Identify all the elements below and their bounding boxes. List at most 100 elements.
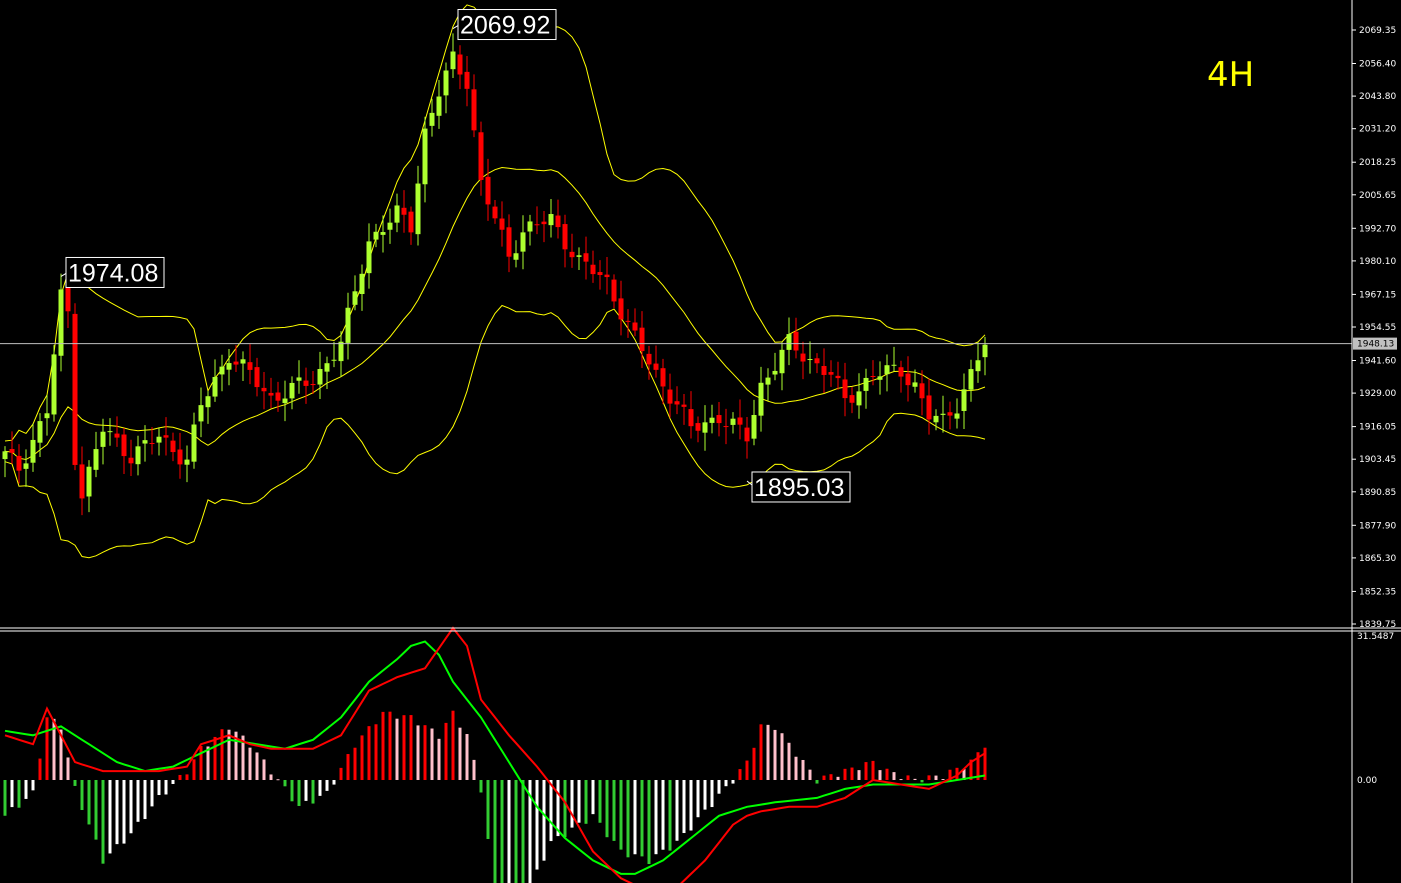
macd-histogram-bar [675, 780, 679, 841]
candle-body [30, 439, 36, 463]
macd-histogram-bar [199, 745, 203, 780]
candle-body [443, 70, 449, 96]
macd-histogram-bar [108, 780, 112, 854]
candle-body [534, 224, 540, 226]
candle-body [779, 349, 785, 374]
candle-body [436, 96, 442, 116]
price-tick-label: 1890.85 [1359, 488, 1396, 498]
macd-histogram-bar [122, 780, 126, 844]
macd-axis-top-label: 31.5487 [1357, 632, 1394, 642]
candle-body [247, 362, 253, 370]
macd-histogram-bar [885, 768, 889, 780]
candle-body [905, 373, 911, 386]
macd-histogram-bar [409, 715, 413, 780]
macd-histogram-bar [521, 780, 525, 883]
candle-body [625, 320, 631, 322]
macd-histogram-bar [227, 729, 231, 780]
macd-histogram-bar [836, 776, 840, 780]
candle-body [940, 413, 946, 415]
candle-body [961, 389, 967, 411]
price-tick-label: 1865.30 [1359, 554, 1396, 564]
macd-histogram-bar [255, 752, 259, 780]
macd-histogram-bar [353, 747, 357, 780]
candle-body [793, 331, 799, 351]
price-tick-label: 2018.25 [1359, 158, 1396, 168]
macd-histogram-bar [472, 759, 476, 780]
macd-histogram-bar [31, 780, 35, 791]
macd-histogram-bar [206, 746, 210, 780]
macd-histogram-bar [101, 780, 105, 864]
macd-histogram-bar [38, 758, 42, 780]
macd-histogram-bar [871, 760, 875, 780]
macd-histogram-bar [87, 780, 91, 825]
price-tick-label: 2069.35 [1359, 26, 1396, 36]
macd-histogram-bar [24, 780, 28, 799]
chart-background [0, 0, 1401, 883]
annotation-label: 1974.08 [68, 259, 158, 287]
macd-histogram-bar [129, 780, 133, 834]
candle-body [380, 232, 386, 235]
macd-histogram-bar [402, 715, 406, 780]
macd-histogram-bar [374, 724, 378, 780]
candle-body [471, 89, 477, 131]
macd-histogram-bar [689, 780, 693, 831]
candle-body [121, 434, 127, 457]
candle-body [366, 241, 372, 274]
candle-body [149, 443, 155, 445]
macd-histogram-bar [283, 780, 287, 787]
macd-histogram-bar [395, 718, 399, 780]
price-tick-label: 1929.00 [1359, 389, 1396, 399]
price-tick-label: 1839.75 [1359, 620, 1396, 630]
macd-histogram-bar [913, 778, 917, 780]
candle-body [338, 341, 344, 362]
macd-histogram-bar [661, 780, 665, 850]
candle-body [114, 433, 120, 438]
macd-histogram-bar [738, 769, 742, 780]
candle-body [639, 327, 645, 352]
macd-histogram-bar [381, 711, 385, 780]
candle-body [660, 368, 666, 387]
macd-histogram-bar [388, 711, 392, 780]
candle-body [877, 376, 883, 380]
macd-histogram-bar [906, 775, 910, 780]
candle-body [37, 421, 43, 443]
candle-body [457, 54, 463, 75]
macd-histogram-bar [850, 767, 854, 780]
price-tick-label: 1967.15 [1359, 290, 1396, 300]
macd-histogram-bar [612, 780, 616, 841]
macd-histogram-bar [304, 780, 308, 801]
candle-body [702, 422, 708, 433]
candle-body [947, 412, 953, 416]
macd-histogram-bar [766, 724, 770, 780]
candle-body [415, 183, 421, 235]
macd-histogram-bar [136, 780, 140, 822]
macd-histogram-bar [822, 775, 826, 780]
macd-histogram-bar [80, 780, 84, 811]
candle-body [681, 404, 687, 407]
macd-histogram-bar [605, 780, 609, 838]
macd-histogram-bar [500, 780, 504, 883]
macd-histogram-bar [808, 769, 812, 780]
candle-body [2, 451, 8, 460]
candle-body [240, 359, 246, 364]
candle-body [205, 396, 211, 408]
macd-histogram-bar [759, 724, 763, 780]
candle-body [373, 231, 379, 240]
macd-histogram-bar [752, 747, 756, 780]
candle-body [653, 363, 659, 370]
candle-body [156, 436, 162, 443]
extreme-price-annotation: 1974.08 [60, 256, 165, 288]
candle-body [912, 382, 918, 387]
candle-body [562, 224, 568, 250]
candle-body [275, 392, 281, 401]
price-chart[interactable]: 2069.35 2056.40 2043.80 2031.20 2018.25 2005.… [0, 0, 1401, 883]
candle-body [674, 401, 680, 405]
macd-histogram-bar [451, 710, 455, 780]
candle-body [744, 427, 750, 442]
candle-body [261, 387, 267, 392]
macd-histogram-bar [157, 780, 161, 796]
candle-body [401, 207, 407, 215]
macd-histogram-bar [829, 774, 833, 780]
candle-body [597, 272, 603, 276]
macd-histogram-bar [437, 738, 441, 780]
